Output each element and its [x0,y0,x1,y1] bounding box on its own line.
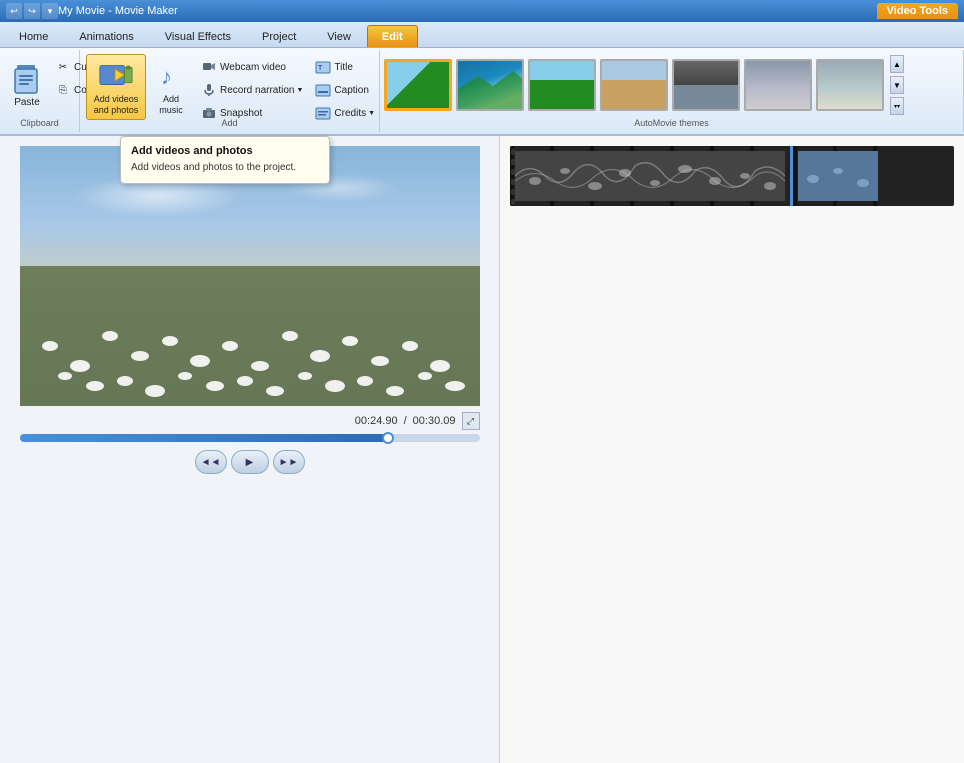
add-videos-button[interactable]: Add videosand photos [86,54,146,120]
progress-bar[interactable] [20,434,480,442]
preview-image [20,146,480,406]
title-button[interactable]: T Title [310,56,380,78]
svg-text:♪: ♪ [161,64,172,89]
caption-button[interactable]: Caption [310,79,380,101]
tooltip-description: Add videos and photos to the project. [131,161,319,175]
paste-button[interactable]: Paste [6,54,48,114]
tab-project[interactable]: Project [247,25,311,47]
time-separator: / [404,415,407,427]
theme-desert[interactable] [600,59,668,111]
birds-ground [20,266,480,406]
clipboard-label: Clipboard [0,118,79,128]
add-videos-label: Add videosand photos [94,94,139,116]
scroll-up-button[interactable]: ▲ [890,55,904,73]
window-title: My Movie - Movie Maker [58,5,877,17]
caption-icon [315,82,331,98]
video-tools-badge: Video Tools [877,3,958,19]
paste-label: Paste [14,97,40,108]
mic-icon [201,82,217,98]
tab-visual-effects[interactable]: Visual Effects [150,25,246,47]
add-music-label: Addmusic [159,94,183,116]
add-label: Add [80,118,379,128]
svg-text:T: T [318,65,323,72]
automovie-section: ▲ ▼ ▾▾ AutoMovie themes [380,50,964,132]
current-time: 00:24.90 [355,415,398,427]
automovie-themes-container: ▲ ▼ ▾▾ [384,52,959,118]
ribbon-group-clipboard: Paste ✂ Cut ⎘ Copy Clipboard [0,50,80,132]
timeline-panel [500,136,964,763]
timeline-active-content [798,151,875,201]
title-bar: ↩ ↪ ▾ My Movie - Movie Maker Video Tools [0,0,964,22]
add-music-button[interactable]: ♪ Addmusic [148,54,194,120]
quick-access-toolbar[interactable]: ↩ ↪ ▾ [6,3,58,19]
time-display: 00:24.90 / 00:30.09 ⤢ [355,412,480,430]
video-preview [20,146,480,406]
webcam-video-button[interactable]: Webcam video [196,56,308,78]
qat-btn-2[interactable]: ↪ [24,3,40,19]
playback-buttons: ◄◄ ▶ ►► [195,450,305,474]
theme-dark[interactable] [672,59,740,111]
scroll-expand-button[interactable]: ▾▾ [890,97,904,115]
fast-forward-button[interactable]: ►► [273,450,305,474]
fullscreen-button[interactable]: ⤢ [462,412,480,430]
timeline-waveform [515,151,785,201]
ribbon-group-add: Add videosand photos ♪ Addmusic Webcam v… [80,50,380,132]
qat-btn-3[interactable]: ▾ [42,3,58,19]
automovie-label: AutoMovie themes [384,118,959,128]
tab-view[interactable]: View [312,25,366,47]
paste-icon [9,61,45,97]
tooltip-popup: Add videos and photos Add videos and pho… [120,136,330,184]
main-area: 00:24.90 / 00:30.09 ⤢ ◄◄ ▶ ►► [0,136,964,763]
timeline-active-segment[interactable] [790,146,880,206]
tab-animations[interactable]: Animations [64,25,148,47]
tab-edit[interactable]: Edit [367,25,418,47]
theme-clouds[interactable] [744,59,812,111]
tab-home[interactable]: Home [4,25,63,47]
progress-fill [20,434,388,442]
ribbon-tabs: Home Animations Visual Effects Project V… [0,22,964,48]
rewind-button[interactable]: ◄◄ [195,450,227,474]
ribbon: Paste ✂ Cut ⎘ Copy Clipboard [0,48,964,136]
copy-icon: ⎘ [55,82,71,98]
preview-controls: 00:24.90 / 00:30.09 ⤢ ◄◄ ▶ ►► [20,412,480,474]
qat-btn-1[interactable]: ↩ [6,3,22,19]
title-icon: T [315,59,331,75]
preview-panel: 00:24.90 / 00:30.09 ⤢ ◄◄ ▶ ►► [0,136,500,763]
timeline-strip[interactable] [510,146,954,206]
play-button[interactable]: ▶ [231,450,269,474]
record-narration-button[interactable]: Record narration ▼ [196,79,308,101]
tooltip-title: Add videos and photos [131,145,319,157]
theme-mountain[interactable] [816,59,884,111]
timeline-film-content [515,151,785,201]
add-music-icon: ♪ [153,58,189,94]
narration-dropdown-arrow: ▼ [296,87,303,94]
progress-thumb[interactable] [382,432,394,444]
add-videos-icon [98,58,134,94]
timeline-film [510,146,790,206]
automovie-scroll: ▲ ▼ ▾▾ [890,55,904,115]
timeline-active-waveform [798,151,878,201]
scroll-down-button[interactable]: ▼ [890,76,904,94]
total-time: 00:30.09 [413,415,456,427]
theme-sky[interactable] [384,59,452,111]
birds-svg [20,266,480,406]
theme-ocean[interactable] [456,59,524,111]
film-perforations-left [510,146,516,206]
credits-dropdown-arrow: ▼ [368,110,375,117]
theme-green[interactable] [528,59,596,111]
webcam-icon [201,59,217,75]
cut-icon: ✂ [55,59,71,75]
